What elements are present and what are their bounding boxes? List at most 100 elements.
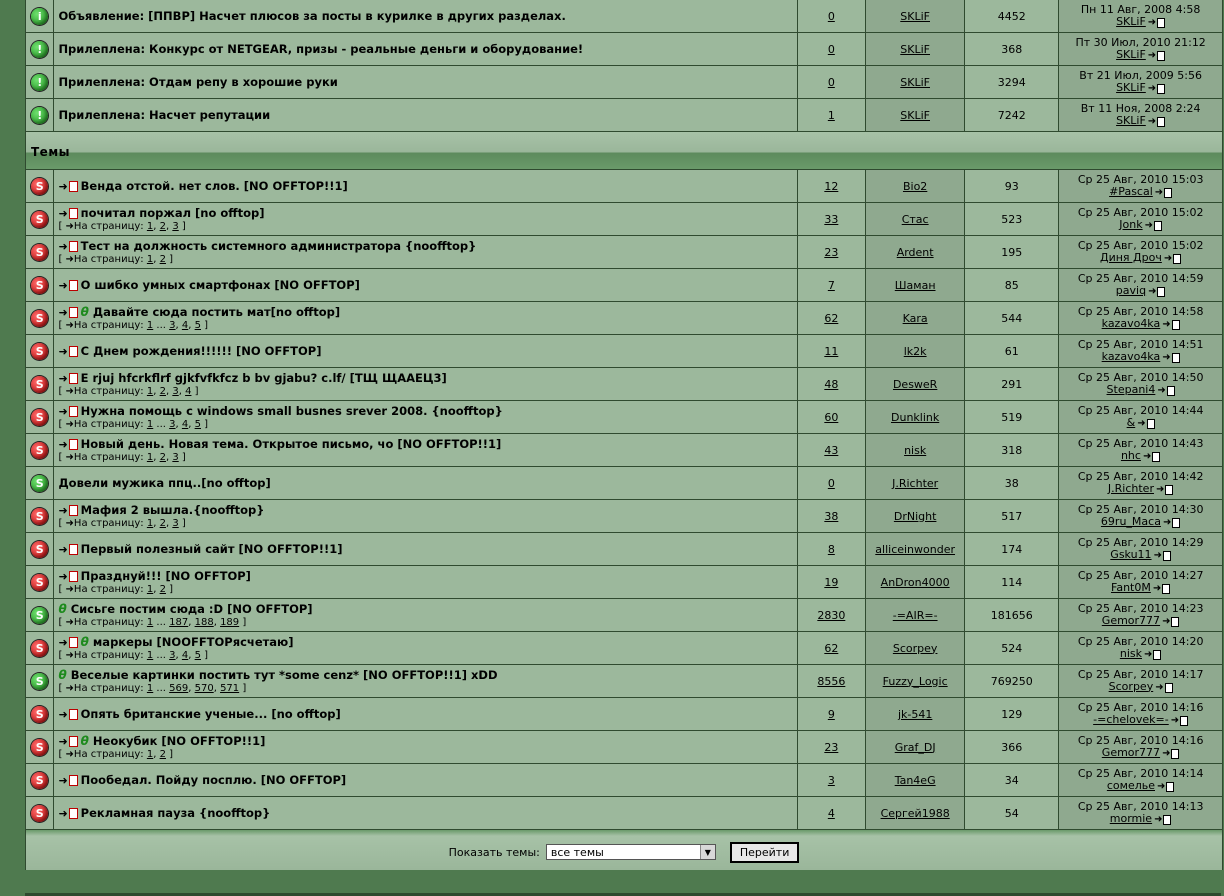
replies-link[interactable]: 9 (828, 708, 835, 721)
author-link[interactable]: alliceinwonder (875, 543, 955, 556)
replies-link[interactable]: 0 (828, 76, 835, 89)
author-link[interactable]: jk-541 (898, 708, 932, 721)
topic-title-link[interactable]: С Днем рождения!!!!!! [NO OFFTOP] (81, 344, 322, 358)
last-post-user-link[interactable]: mormie (1110, 812, 1152, 825)
goto-last-post-icon[interactable]: ➜ (1144, 649, 1162, 661)
author-link[interactable]: Scorpey (893, 642, 938, 655)
replies-link[interactable]: 7 (828, 279, 835, 292)
replies-link[interactable]: 8 (828, 543, 835, 556)
author-link[interactable]: DesweR (893, 378, 937, 391)
topic-title-link[interactable]: Рекламная пауза {noofftop} (81, 806, 271, 820)
new-post-icon[interactable]: ➜ (58, 180, 78, 193)
last-post-user-link[interactable]: SKLiF (1116, 15, 1146, 28)
goto-last-post-icon[interactable]: ➜ (1163, 517, 1181, 529)
last-post-user-link[interactable]: paviq (1116, 284, 1146, 297)
topic-title-link[interactable]: Прилеплена: Конкурс от NETGEAR, призы - … (58, 42, 583, 56)
new-post-icon[interactable]: ➜ (58, 708, 78, 721)
page-link[interactable]: 3 (172, 452, 178, 463)
author-link[interactable]: Ardent (897, 246, 934, 259)
goto-last-post-icon[interactable]: ➜ (1154, 814, 1172, 826)
topic-title-link[interactable]: Нужна помощь с windows small busnes srev… (81, 404, 503, 418)
author-link[interactable]: Сергей1988 (881, 807, 950, 820)
author-link[interactable]: SKLiF (900, 76, 930, 89)
topic-title-link[interactable]: Пообедал. Пойду посплю. [NO OFFTOP] (81, 773, 347, 787)
last-post-user-link[interactable]: Jonk (1119, 218, 1142, 231)
goto-last-post-icon[interactable]: ➜ (1148, 116, 1166, 128)
goto-last-post-icon[interactable]: ➜ (1171, 715, 1189, 727)
last-post-user-link[interactable]: & (1127, 416, 1136, 429)
page-link[interactable]: 569 (169, 683, 188, 694)
new-post-icon[interactable]: ➜ (58, 636, 78, 649)
author-link[interactable]: Bio2 (903, 180, 927, 193)
page-link[interactable]: 3 (172, 518, 178, 529)
new-post-icon[interactable]: ➜ (58, 774, 78, 787)
goto-last-post-icon[interactable]: ➜ (1137, 418, 1155, 430)
new-post-icon[interactable]: ➜ (58, 207, 78, 220)
topic-title-link[interactable]: Новый день. Новая тема. Открытое письмо,… (81, 437, 502, 451)
page-link[interactable]: 571 (220, 683, 239, 694)
topic-title-link[interactable]: E rjuj hfcrkflrf gjkfvfkfcz b bv gjabu? … (81, 371, 447, 385)
last-post-user-link[interactable]: SKLiF (1116, 114, 1146, 127)
topic-title-link[interactable]: Сисьге постим сюда :D [NO OFFTOP] (71, 602, 313, 616)
replies-link[interactable]: 0 (828, 10, 835, 23)
replies-link[interactable]: 0 (828, 477, 835, 490)
last-post-user-link[interactable]: J.Richter (1108, 482, 1154, 495)
last-post-user-link[interactable]: Gsku11 (1110, 548, 1151, 561)
author-link[interactable]: SKLiF (900, 43, 930, 56)
last-post-user-link[interactable]: SKLiF (1116, 81, 1146, 94)
new-post-icon[interactable]: ➜ (58, 504, 78, 517)
last-post-user-link[interactable]: Gemor777 (1102, 746, 1160, 759)
goto-last-post-icon[interactable]: ➜ (1162, 352, 1180, 364)
replies-link[interactable]: 33 (824, 213, 838, 226)
goto-last-post-icon[interactable]: ➜ (1148, 286, 1166, 298)
new-post-icon[interactable]: ➜ (58, 306, 78, 319)
goto-last-post-icon[interactable]: ➜ (1155, 187, 1173, 199)
topic-title-link[interactable]: Венда отстой. нет слов. [NO OFFTOP!!1] (81, 179, 348, 193)
topic-title-link[interactable]: Опять британские ученые... [no offtop] (81, 707, 341, 721)
author-link[interactable]: SKLiF (900, 109, 930, 122)
last-post-user-link[interactable]: сомелье (1107, 779, 1155, 792)
last-post-user-link[interactable]: 69ru_Maca (1101, 515, 1161, 528)
topic-title-link[interactable]: Празднуй!!! [NO OFFTOP] (81, 569, 251, 583)
page-link[interactable]: 5 (195, 419, 201, 430)
topic-title-link[interactable]: почитал поржал [no offtop] (81, 206, 265, 220)
author-link[interactable]: -=AIR=- (893, 609, 938, 622)
page-link[interactable]: 2 (160, 584, 166, 595)
author-link[interactable]: Шаман (895, 279, 936, 292)
replies-link[interactable]: 12 (824, 180, 838, 193)
replies-link[interactable]: 23 (824, 741, 838, 754)
goto-last-post-icon[interactable]: ➜ (1155, 682, 1173, 694)
goto-last-post-icon[interactable]: ➜ (1148, 83, 1166, 95)
author-link[interactable]: Tan4eG (895, 774, 936, 787)
topic-title-link[interactable]: Объявление: [ППВР] Насчет плюсов за пост… (58, 9, 565, 23)
topics-filter-select[interactable]: все темы ▼ (545, 844, 716, 860)
goto-last-post-icon[interactable]: ➜ (1162, 616, 1180, 628)
goto-last-post-icon[interactable]: ➜ (1153, 583, 1171, 595)
page-link[interactable]: 189 (220, 617, 239, 628)
replies-link[interactable]: 4 (828, 807, 835, 820)
author-link[interactable]: SKLiF (900, 10, 930, 23)
new-post-icon[interactable]: ➜ (58, 438, 78, 451)
topic-title-link[interactable]: Довели мужика ппц..[no offtop] (58, 476, 270, 490)
replies-link[interactable]: 43 (824, 444, 838, 457)
topic-title-link[interactable]: Первый полезный сайт [NO OFFTOP!!1] (81, 542, 343, 556)
goto-last-post-icon[interactable]: ➜ (1157, 385, 1175, 397)
replies-link[interactable]: 3 (828, 774, 835, 787)
topic-title-link[interactable]: Веселые картинки постить тут *some cenz*… (71, 668, 498, 682)
goto-last-post-icon[interactable]: ➜ (1143, 451, 1161, 463)
replies-link[interactable]: 11 (824, 345, 838, 358)
goto-last-post-icon[interactable]: ➜ (1157, 781, 1175, 793)
last-post-user-link[interactable]: Диня Дроч (1100, 251, 1162, 264)
new-post-icon[interactable]: ➜ (58, 807, 78, 820)
replies-link[interactable]: 23 (824, 246, 838, 259)
new-post-icon[interactable]: ➜ (58, 279, 78, 292)
page-link[interactable]: 5 (195, 650, 201, 661)
new-post-icon[interactable]: ➜ (58, 345, 78, 358)
author-link[interactable]: Fuzzy_Logic (883, 675, 948, 688)
last-post-user-link[interactable]: nisk (1120, 647, 1142, 660)
replies-link[interactable]: 8556 (817, 675, 845, 688)
last-post-user-link[interactable]: Scorpey (1109, 680, 1154, 693)
topic-title-link[interactable]: Неокубик [NO OFFTOP!!1] (93, 734, 265, 748)
goto-last-post-icon[interactable]: ➜ (1156, 484, 1174, 496)
author-link[interactable]: J.Richter (892, 477, 938, 490)
